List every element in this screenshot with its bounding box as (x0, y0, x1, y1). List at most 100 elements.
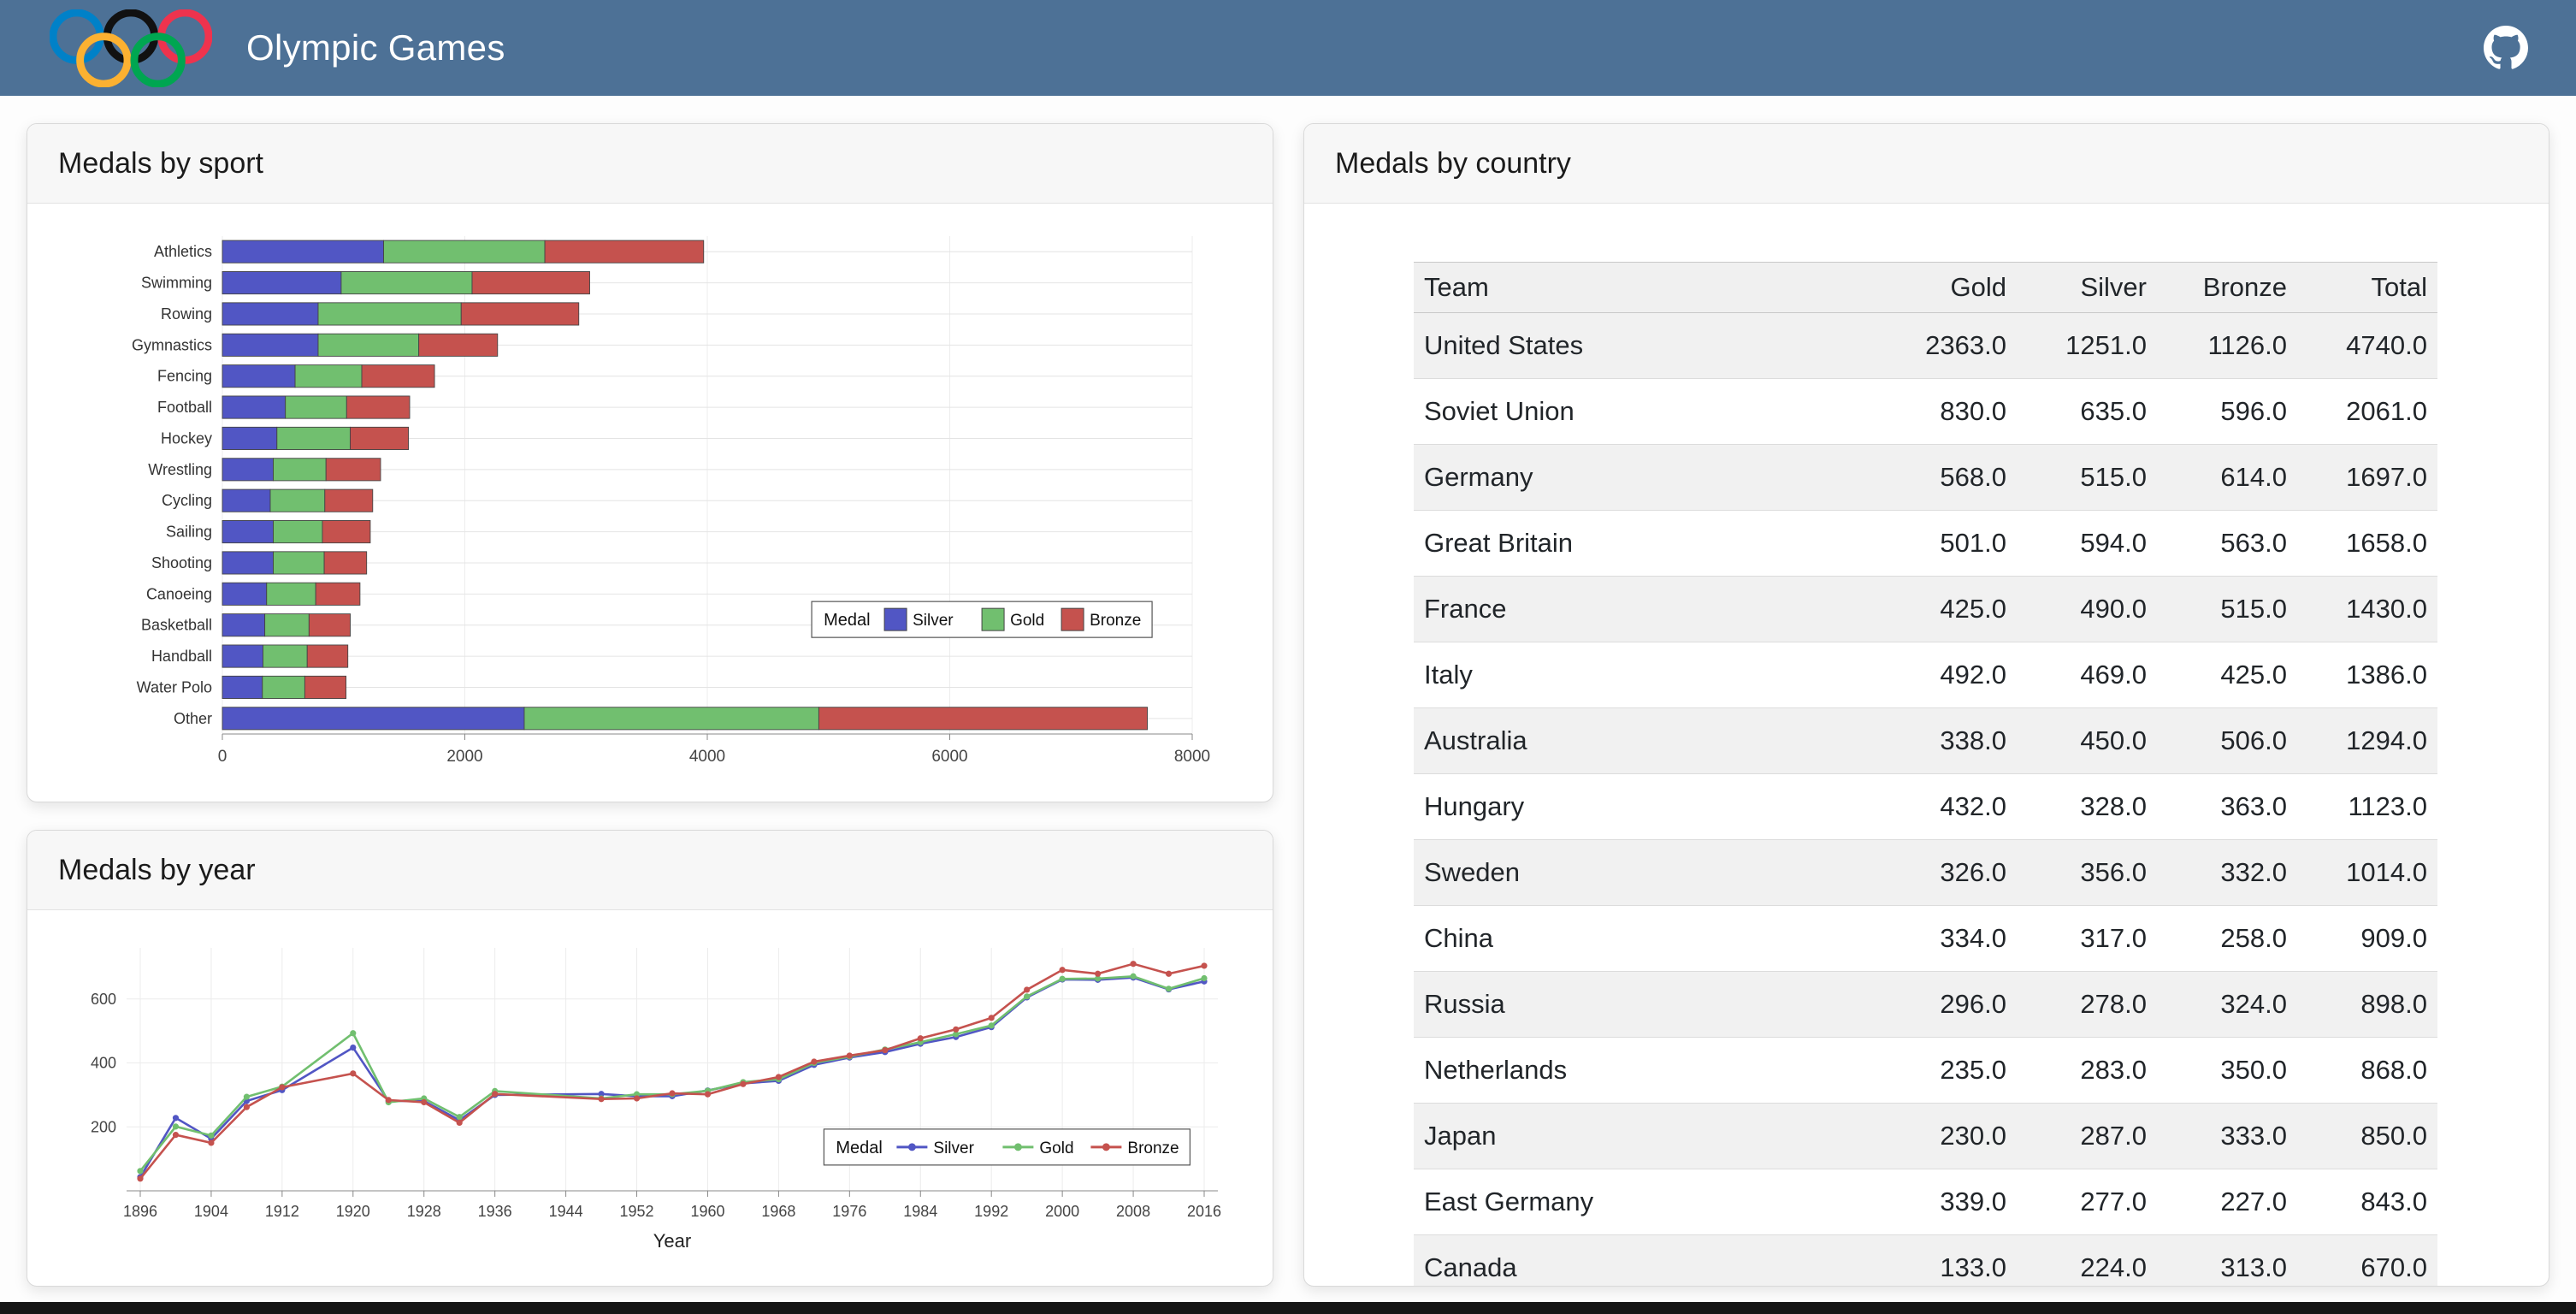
github-link[interactable] (2484, 26, 2528, 70)
medal-count-cell: 2061.0 (2297, 379, 2437, 445)
bar-segment-gold (286, 396, 347, 418)
medal-count-cell: 492.0 (1876, 642, 2017, 708)
point-marker-bronze (1060, 967, 1066, 973)
point-marker-bronze (953, 1027, 959, 1033)
medal-count-cell: 1658.0 (2297, 511, 2437, 577)
medal-count-cell: 277.0 (2017, 1169, 2157, 1235)
medal-count-cell: 506.0 (2157, 708, 2297, 774)
point-marker-gold (137, 1168, 143, 1174)
x-tick-label: 8000 (1174, 748, 1210, 766)
medal-count-cell: 332.0 (2157, 840, 2297, 906)
team-cell: Sweden (1414, 840, 1876, 906)
medal-count-cell: 230.0 (1876, 1104, 2017, 1169)
chart-legend: MedalSilverGoldBronze (812, 601, 1152, 637)
x-tick-label: 6000 (931, 748, 967, 766)
bar-segment-gold (263, 676, 305, 698)
team-cell: Japan (1414, 1104, 1876, 1169)
card-medals-by-sport: Medals by sport 02000400060008000Athleti… (27, 123, 1273, 802)
point-marker-bronze (705, 1092, 711, 1098)
table-row: Germany568.0515.0614.01697.0 (1414, 445, 2437, 511)
medal-count-cell: 501.0 (1876, 511, 2017, 577)
point-marker-bronze (776, 1074, 782, 1080)
point-marker-bronze (669, 1090, 675, 1096)
legend-title: Medal (836, 1139, 882, 1157)
navbar-brand[interactable]: Olympic Games (50, 9, 505, 87)
medal-count-cell: 338.0 (1876, 708, 2017, 774)
medal-count-cell: 1126.0 (2157, 313, 2297, 379)
bar-segment-silver (222, 427, 277, 449)
x-tick-label: 1968 (761, 1203, 795, 1220)
point-marker-gold (989, 1022, 995, 1028)
table-row: United States2363.01251.01126.04740.0 (1414, 313, 2437, 379)
table-body: United States2363.01251.01126.04740.0Sov… (1414, 313, 2437, 1287)
point-marker-bronze (634, 1095, 640, 1101)
medal-count-cell: 469.0 (2017, 642, 2157, 708)
column-header-bronze: Bronze (2157, 263, 2297, 313)
medal-count-cell: 515.0 (2157, 577, 2297, 642)
category-label: Cycling (162, 492, 212, 509)
medal-count-cell: 328.0 (2017, 774, 2157, 840)
table-row: Sweden326.0356.0332.01014.0 (1414, 840, 2437, 906)
medals-by-year-chart: 1896190419121920192819361944195219601968… (53, 932, 1247, 1258)
x-tick-label: 1896 (123, 1203, 157, 1220)
medal-count-cell: 635.0 (2017, 379, 2157, 445)
bar-segment-silver (222, 240, 384, 263)
legend-marker-bronze (1102, 1143, 1110, 1151)
x-tick-label: 1936 (478, 1203, 512, 1220)
point-marker-gold (457, 1114, 463, 1120)
bar-segment-silver (222, 303, 318, 325)
category-label: Sailing (166, 524, 212, 541)
bar-segment-bronze (545, 240, 704, 263)
point-marker-bronze (1166, 971, 1172, 977)
point-marker-bronze (1201, 962, 1207, 968)
bar-segment-silver (222, 365, 295, 388)
card-medals-by-year: Medals by year 1896190419121920192819361… (27, 830, 1273, 1287)
table-row: Soviet Union830.0635.0596.02061.0 (1414, 379, 2437, 445)
medal-count-cell: 563.0 (2157, 511, 2297, 577)
medal-count-cell: 283.0 (2017, 1038, 2157, 1104)
table-row: France425.0490.0515.01430.0 (1414, 577, 2437, 642)
bar-segment-gold (274, 459, 327, 481)
point-marker-bronze (173, 1132, 179, 1138)
x-tick-label: 2000 (446, 748, 482, 766)
bar-segment-gold (267, 583, 316, 605)
point-marker-bronze (1024, 986, 1030, 992)
bar-segment-bronze (316, 583, 360, 605)
x-tick-label: 2008 (1116, 1203, 1150, 1220)
medal-count-cell: 227.0 (2157, 1169, 2297, 1235)
point-marker-bronze (492, 1091, 498, 1097)
bar-segment-gold (524, 707, 818, 730)
bar-segment-silver (222, 489, 270, 512)
medal-count-cell: 1251.0 (2017, 313, 2157, 379)
card-title-sport: Medals by sport (27, 124, 1273, 204)
medal-count-cell: 515.0 (2017, 445, 2157, 511)
x-tick-label: 1960 (690, 1203, 724, 1220)
point-marker-gold (173, 1123, 179, 1129)
table-row: Australia338.0450.0506.01294.0 (1414, 708, 2437, 774)
category-label: Basketball (141, 617, 212, 634)
point-marker-gold (1024, 993, 1030, 999)
point-marker-bronze (882, 1047, 888, 1053)
legend-swatch-silver (884, 608, 907, 630)
point-marker-gold (1201, 975, 1207, 981)
medal-count-cell: 334.0 (1876, 906, 2017, 972)
right-column: Medals by country TeamGoldSilverBronzeTo… (1303, 123, 2549, 1287)
bar-segment-gold (384, 240, 546, 263)
bar-segment-bronze (309, 614, 350, 636)
category-label: Shooting (151, 554, 212, 571)
medal-count-cell: 425.0 (2157, 642, 2297, 708)
medal-count-cell: 898.0 (2297, 972, 2437, 1038)
bar-segment-bronze (461, 303, 578, 325)
category-label: Football (157, 399, 212, 416)
team-cell: France (1414, 577, 1876, 642)
medal-count-cell: 670.0 (2297, 1235, 2437, 1287)
point-marker-bronze (918, 1035, 924, 1041)
bar-segment-bronze (419, 334, 498, 356)
bar-segment-silver (222, 271, 341, 293)
category-label: Fencing (157, 368, 212, 385)
point-marker-bronze (350, 1070, 356, 1076)
card-title-year: Medals by year (27, 831, 1273, 910)
bar-segment-bronze (362, 365, 434, 388)
x-tick-label: 1952 (620, 1203, 654, 1220)
medal-count-cell: 568.0 (1876, 445, 2017, 511)
